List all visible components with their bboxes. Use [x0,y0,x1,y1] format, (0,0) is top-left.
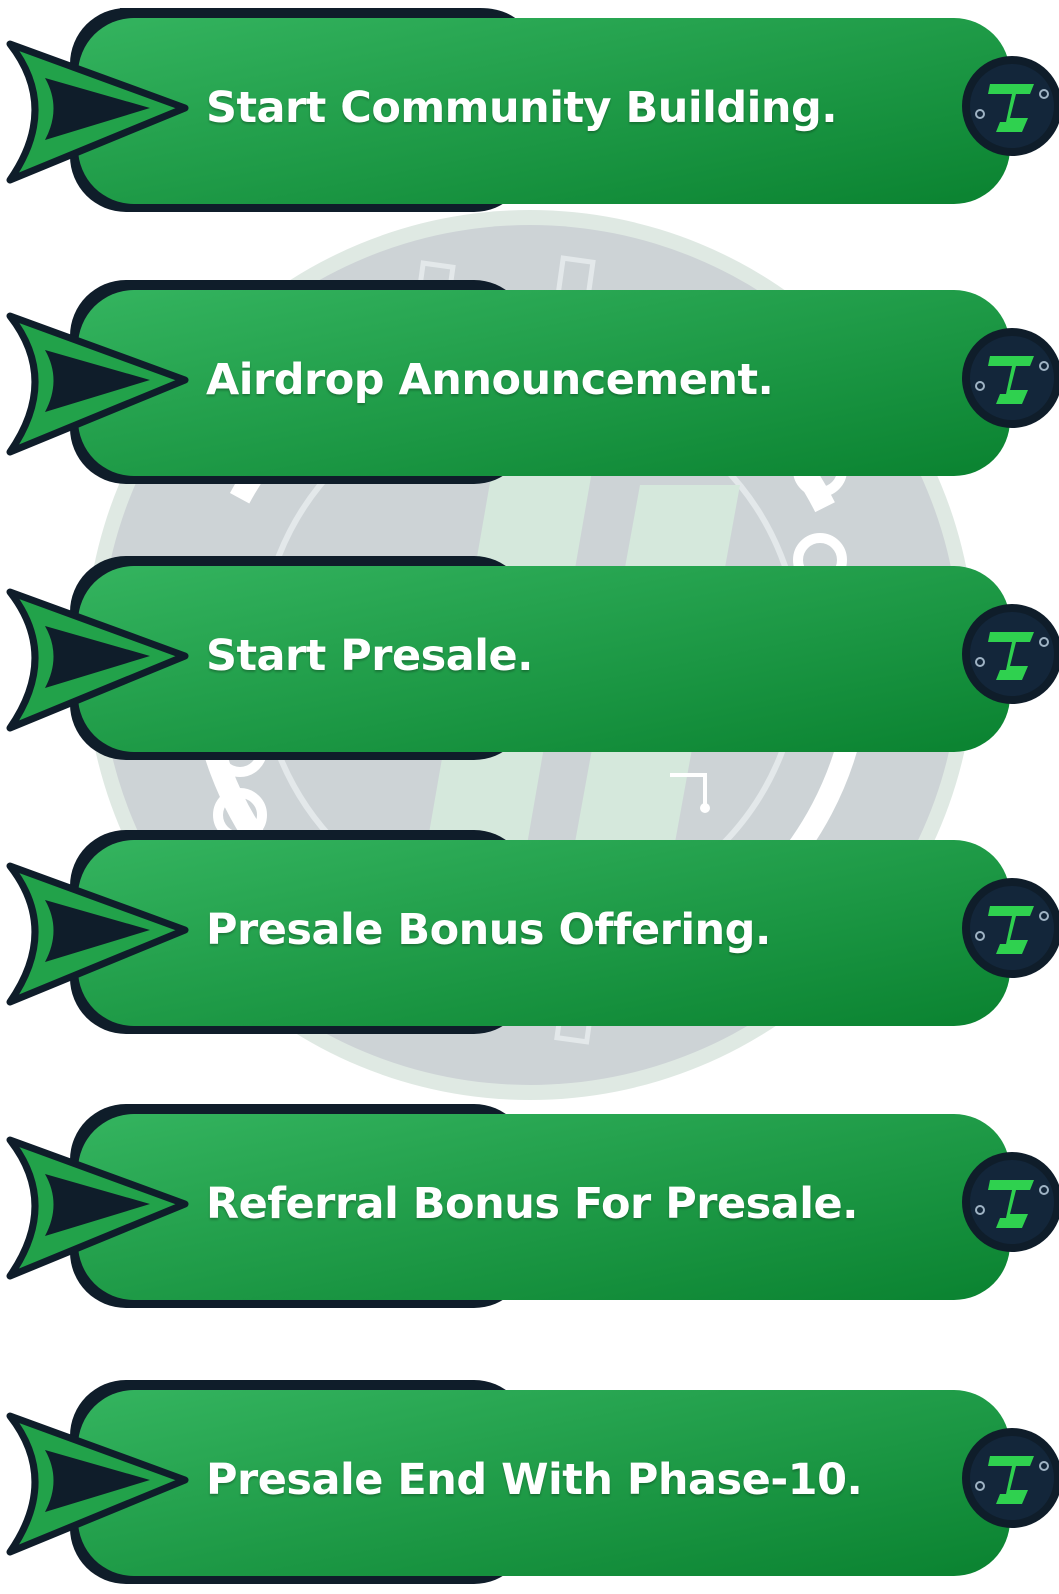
step-label: Presale Bonus Offering. [206,905,771,955]
logo-badge-icon [962,56,1059,156]
roadmap-step-3: Start Presale. [0,552,1059,760]
step-label: Referral Bonus For Presale. [206,1179,858,1229]
logo-badge-icon [962,328,1059,428]
roadmap-step-4: Presale Bonus Offering. [0,826,1059,1034]
logo-badge-icon [962,1428,1059,1528]
roadmap-step-1: Start Community Building. [0,4,1059,212]
logo-badge-icon [962,604,1059,704]
logo-badge-icon [962,1152,1059,1252]
roadmap-step-5: Referral Bonus For Presale. [0,1100,1059,1308]
logo-badge-icon [962,878,1059,978]
step-label: Start Community Building. [206,83,838,133]
roadmap-step-2: Airdrop Announcement. [0,276,1059,484]
roadmap-page: Start Community Building. Airdrop Announ… [0,0,1059,1594]
step-label: Start Presale. [206,631,534,681]
step-label: Presale End With Phase-10. [206,1455,863,1505]
step-label: Airdrop Announcement. [206,355,774,405]
roadmap-step-6: Presale End With Phase-10. [0,1376,1059,1584]
